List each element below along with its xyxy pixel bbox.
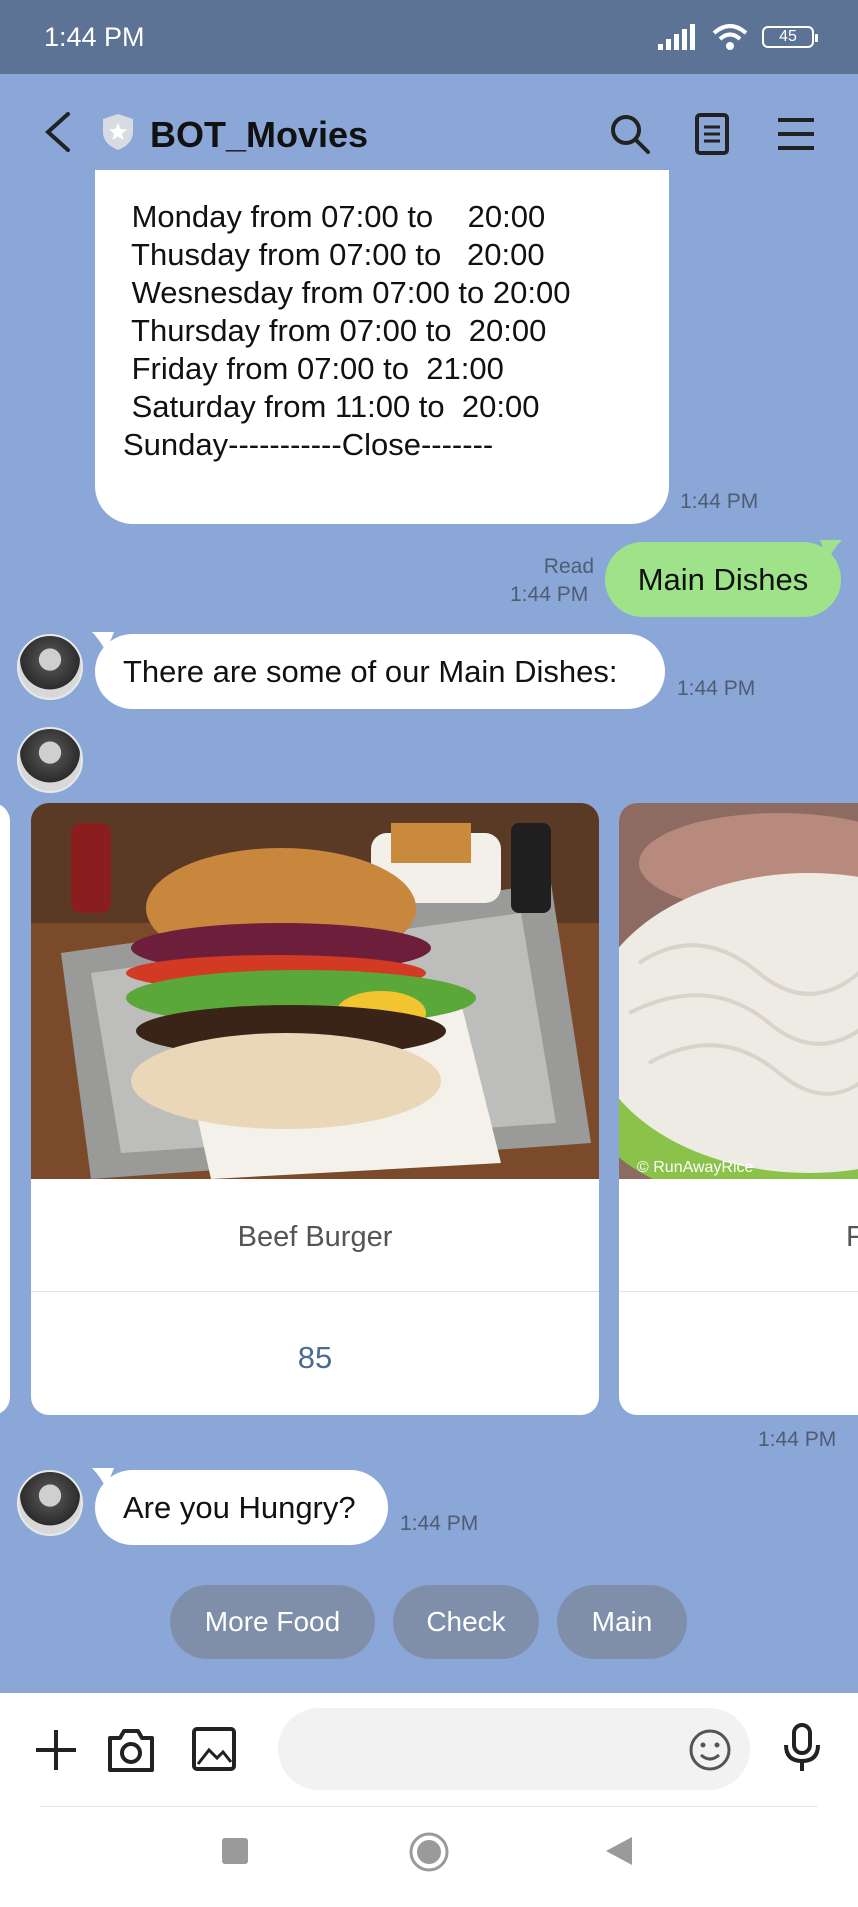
- back-triangle-icon[interactable]: [604, 1835, 634, 1867]
- bubble-tail: [92, 632, 114, 652]
- plus-icon[interactable]: [34, 1728, 78, 1772]
- read-receipt: Read: [543, 555, 594, 578]
- card-divider: [619, 1291, 858, 1292]
- message-input-bar: [0, 1693, 858, 1813]
- carousel-card[interactable]: Beef Burger 85: [31, 803, 599, 1415]
- back-arrow-icon[interactable]: [40, 110, 76, 154]
- received-message-text: There are some of our Main Dishes:: [123, 653, 618, 689]
- recents-icon[interactable]: [221, 1837, 249, 1865]
- received-message-bubble: Are you Hungry?: [95, 1470, 388, 1545]
- sent-message-bubble: Main Dishes: [605, 542, 841, 617]
- emoji-icon[interactable]: [688, 1728, 732, 1772]
- quick-reply-check[interactable]: Check: [393, 1585, 539, 1659]
- bubble-tail: [820, 540, 842, 560]
- card-title: F: [846, 1221, 858, 1253]
- hours-line: Saturday from 11:00 to 20:00: [123, 389, 540, 424]
- card-title: Beef Burger: [237, 1221, 393, 1253]
- status-icons: 45: [658, 23, 818, 51]
- message-time: 1:44 PM: [680, 490, 759, 513]
- signal-icon: [658, 24, 695, 50]
- hours-line: Monday from 07:00 to 20:00: [123, 199, 546, 234]
- system-nav-bar: [0, 1813, 858, 1907]
- message-time: 1:44 PM: [677, 677, 756, 700]
- menu-icon[interactable]: [774, 112, 818, 156]
- quick-reply-main[interactable]: Main: [557, 1585, 687, 1659]
- hours-line: Wesnesday from 07:00 to 20:00: [123, 275, 571, 310]
- card-price-button[interactable]: 85: [31, 1340, 599, 1376]
- status-time: 1:44 PM: [44, 21, 145, 52]
- card-divider: [31, 1291, 599, 1292]
- received-message-bubble: There are some of our Main Dishes:: [95, 634, 665, 709]
- camera-icon[interactable]: [106, 1726, 156, 1774]
- photo-watermark: © RunAwayRice: [637, 1159, 754, 1176]
- notes-icon[interactable]: [690, 112, 734, 156]
- image-icon[interactable]: [191, 1726, 237, 1772]
- noodles-photo: [619, 803, 858, 1179]
- message-time: 1:44 PM: [510, 583, 589, 606]
- burger-photo: [31, 803, 599, 1179]
- bot-avatar[interactable]: [17, 634, 83, 700]
- chat-title: BOT_Movies: [150, 114, 369, 155]
- hours-line: Friday from 07:00 to 21:00: [123, 351, 504, 386]
- official-shield-icon: [103, 114, 133, 150]
- wifi-icon: [712, 24, 748, 50]
- message-input[interactable]: [278, 1708, 750, 1790]
- message-time: 1:44 PM: [758, 1428, 837, 1451]
- hours-line: Thursday from 07:00 to 20:00: [123, 313, 547, 348]
- hours-line: Sunday-----------Close-------: [123, 427, 494, 462]
- status-bar: 1:44 PM 45: [0, 0, 858, 74]
- home-icon[interactable]: [408, 1831, 450, 1873]
- quick-reply-more-food[interactable]: More Food: [170, 1585, 375, 1659]
- search-icon[interactable]: [608, 112, 652, 156]
- opening-hours-bubble: Monday from 07:00 to 20:00 Thusday from …: [95, 170, 669, 524]
- carousel-card[interactable]: © RunAwayRice F: [619, 803, 858, 1415]
- microphone-icon[interactable]: [782, 1723, 822, 1773]
- bubble-tail: [92, 1468, 114, 1488]
- divider: [40, 1806, 818, 1807]
- battery-level: 45: [779, 28, 797, 45]
- carousel-card-previous[interactable]: [0, 803, 10, 1415]
- bot-avatar[interactable]: [17, 1470, 83, 1536]
- message-time: 1:44 PM: [400, 1512, 479, 1535]
- hours-line: Thusday from 07:00 to 20:00: [123, 237, 545, 272]
- received-message-text: Are you Hungry?: [123, 1489, 356, 1525]
- battery-icon: 45: [762, 26, 818, 48]
- bot-avatar[interactable]: [17, 727, 83, 793]
- sent-message-text: Main Dishes: [637, 561, 809, 597]
